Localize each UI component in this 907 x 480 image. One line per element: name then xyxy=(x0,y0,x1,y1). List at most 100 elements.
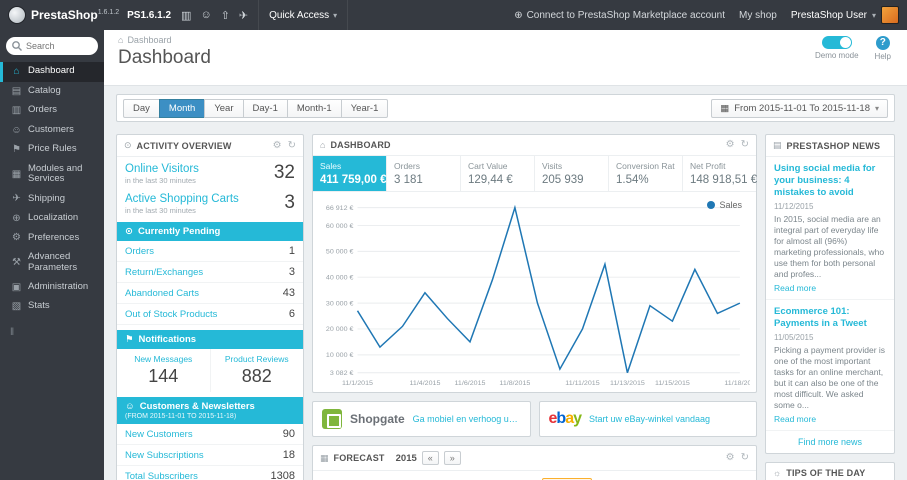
sidebar-item-localization[interactable]: ⊕ Localization xyxy=(0,209,104,229)
new-customers-row: New Customers 90 xyxy=(117,424,303,445)
new-customers-link[interactable]: New Customers xyxy=(125,429,193,440)
svg-text:11/6/2015: 11/6/2015 xyxy=(455,380,486,387)
gear-icon[interactable]: ⚙ xyxy=(726,453,735,463)
shopgate-wordmark: Shopgate xyxy=(350,412,405,426)
kpi-visits[interactable]: Visits 205 939 xyxy=(535,156,609,191)
sidebar-item-price-rules[interactable]: ⚑ Price Rules xyxy=(0,140,104,160)
read-more-link[interactable]: Read more xyxy=(774,283,886,293)
date-range-picker[interactable]: ▦ From 2015-11-01 To 2015-11-18 ▾ xyxy=(711,98,888,118)
sidebar-item-advanced-parameters[interactable]: ⚒ Advanced Parameters xyxy=(0,248,104,278)
kpi-value: 3 181 xyxy=(394,174,423,186)
gear-icon[interactable]: ⚙ xyxy=(273,140,282,151)
online-visitors-link[interactable]: Online Visitors xyxy=(125,163,199,175)
online-visitors-metric: Online Visitors in the last 30 minutes 3… xyxy=(117,157,303,187)
tips-of-the-day-panel: ☼ TIPS OF THE DAY Geef je Sales in het b… xyxy=(765,461,895,480)
currently-pending-header: ⊙ Currently Pending xyxy=(117,222,303,241)
sidebar-item-label: Stats xyxy=(28,300,50,312)
refresh-icon[interactable]: ↻ xyxy=(741,453,749,463)
sidebar-item-modules[interactable]: ▦ Modules and Services xyxy=(0,160,104,190)
news-article-title[interactable]: Using social media for your business: 4 … xyxy=(774,163,886,199)
sidebar-item-label: Administration xyxy=(28,280,89,292)
breadcrumb[interactable]: ⌂ Dashboard xyxy=(118,35,893,45)
active-carts-link[interactable]: Active Shopping Carts xyxy=(125,193,239,205)
period-day-1-button[interactable]: Day-1 xyxy=(242,98,288,118)
sidebar-item-catalog[interactable]: ▤ Catalog xyxy=(0,82,104,102)
news-article-title[interactable]: Ecommerce 101: Payments in a Tweet xyxy=(774,306,886,330)
sidebar-item-dashboard[interactable]: ⌂ Dashboard xyxy=(0,62,104,82)
kpi-sales[interactable]: Sales 411 759,00 € xyxy=(313,156,387,191)
kpi-value: 411 759,00 € xyxy=(320,174,387,186)
period-year-button[interactable]: Year xyxy=(204,98,244,118)
abandoned-carts-link[interactable]: Abandoned Carts xyxy=(125,288,199,299)
marketplace-link[interactable]: ⊕ Connect to PrestaShop Marketplace acco… xyxy=(514,10,725,21)
read-more-link[interactable]: Read more xyxy=(774,414,886,424)
main-content: ⌂ Dashboard Dashboard Demo mode ? Help D… xyxy=(104,30,907,480)
pending-orders-link[interactable]: Orders xyxy=(125,246,154,257)
sidebar-collapse-icon[interactable]: ‖ xyxy=(0,317,104,338)
refresh-icon[interactable]: ↻ xyxy=(741,140,749,150)
forecast-year[interactable]: 2015 xyxy=(396,453,417,464)
sidebar-item-label: Advanced Parameters xyxy=(28,250,78,273)
user-icon[interactable]: ☺ xyxy=(200,9,211,22)
period-month-button[interactable]: Month xyxy=(158,98,206,118)
kpi-orders[interactable]: Orders 3 181 xyxy=(387,156,461,191)
sidebar-item-administration[interactable]: ▣ Administration xyxy=(0,278,104,298)
plane-icon[interactable]: ✈ xyxy=(239,9,248,22)
kpi-cart-value[interactable]: Cart Value 129,44 € xyxy=(461,156,535,191)
quick-access-menu[interactable]: Quick Access ▾ xyxy=(258,0,349,30)
forecast-prev-button[interactable]: « xyxy=(421,451,439,465)
dashboard-icon: ⌂ xyxy=(13,66,20,77)
sidebar-item-orders[interactable]: ▥ Orders xyxy=(0,101,104,121)
sidebar-item-shipping[interactable]: ✈ Shipping xyxy=(0,189,104,209)
sales-line-chart[interactable]: 66 912 € 60 000 € 50 000 € 40 000 € 30 000 €… xyxy=(315,198,750,390)
sidebar-item-label: Catalog xyxy=(28,84,61,96)
panel-title: ACTIVITY OVERVIEW xyxy=(136,140,232,151)
period-month-1-button[interactable]: Month-1 xyxy=(286,98,342,118)
new-messages-cell[interactable]: New Messages 144 xyxy=(117,349,211,392)
date-range-label: From 2015-11-01 To 2015-11-18 xyxy=(734,102,870,114)
kpi-value: 205 939 xyxy=(542,174,584,186)
returns-link[interactable]: Return/Exchanges xyxy=(125,267,203,278)
shopgate-link[interactable]: Ga mobiel en verhoog uw omzet xyxy=(413,414,521,424)
chart-legend[interactable]: Sales xyxy=(707,200,742,210)
sidebar-item-label: Preferences xyxy=(28,231,80,243)
sidebar-item-customers[interactable]: ☺ Customers xyxy=(0,121,104,141)
sidebar-search xyxy=(6,37,98,55)
kpi-value: 148 918,51 € xyxy=(690,174,758,186)
activity-icon: ⊙ xyxy=(124,140,132,150)
demo-mode-toggle[interactable] xyxy=(821,36,852,49)
module-promos: Shopgate Ga mobiel en verhoog uw omzet e… xyxy=(312,401,757,437)
refresh-icon[interactable]: ↻ xyxy=(288,140,296,151)
abandoned-carts-value: 43 xyxy=(282,287,295,299)
my-shop-link[interactable]: My shop xyxy=(739,10,777,21)
upload-icon[interactable]: ⇧ xyxy=(221,9,230,22)
sidebar-item-preferences[interactable]: ⚙ Preferences xyxy=(0,228,104,248)
period-day-button[interactable]: Day xyxy=(123,98,160,118)
panel-title: FORECAST xyxy=(333,453,385,463)
total-subscribers-link[interactable]: Total Subscribers xyxy=(125,471,198,480)
gear-icon[interactable]: ⚙ xyxy=(726,140,735,150)
shopgate-logo-icon xyxy=(322,409,342,429)
ebay-link[interactable]: Start uw eBay-winkel vandaag xyxy=(589,414,710,424)
product-reviews-cell[interactable]: Product Reviews 882 xyxy=(211,349,304,392)
active-carts-value: 3 xyxy=(284,192,295,213)
sidebar-item-stats[interactable]: ▧ Stats xyxy=(0,297,104,317)
kpi-label: Net Profit xyxy=(690,161,726,171)
out-of-stock-link[interactable]: Out of Stock Products xyxy=(125,309,217,320)
cart-icon[interactable]: ▥ xyxy=(181,9,191,22)
administration-icon: ▣ xyxy=(11,281,22,293)
user-menu[interactable]: PrestaShop User ▾ xyxy=(791,6,899,24)
forecast-next-button[interactable]: » xyxy=(443,451,461,465)
shopgate-promo: Shopgate Ga mobiel en verhoog uw omzet xyxy=(312,401,531,437)
kpi-net-profit[interactable]: Net Profit 148 918,51 € xyxy=(683,156,758,191)
help-icon[interactable]: ? xyxy=(875,36,890,50)
news-article-date: 11/12/2015 xyxy=(774,201,814,211)
notifications-header: ⚑ Notifications xyxy=(117,330,303,349)
kpi-conversion-rate[interactable]: Conversion Rate 1.54% xyxy=(609,156,683,191)
new-subscriptions-link[interactable]: New Subscriptions xyxy=(125,450,204,461)
period-year-1-button[interactable]: Year-1 xyxy=(340,98,389,118)
page-title: Dashboard xyxy=(118,47,211,68)
svg-text:40 000 €: 40 000 € xyxy=(326,275,354,282)
find-more-news-link[interactable]: Find more news xyxy=(766,431,894,453)
panel-title: TIPS OF THE DAY xyxy=(786,467,866,478)
